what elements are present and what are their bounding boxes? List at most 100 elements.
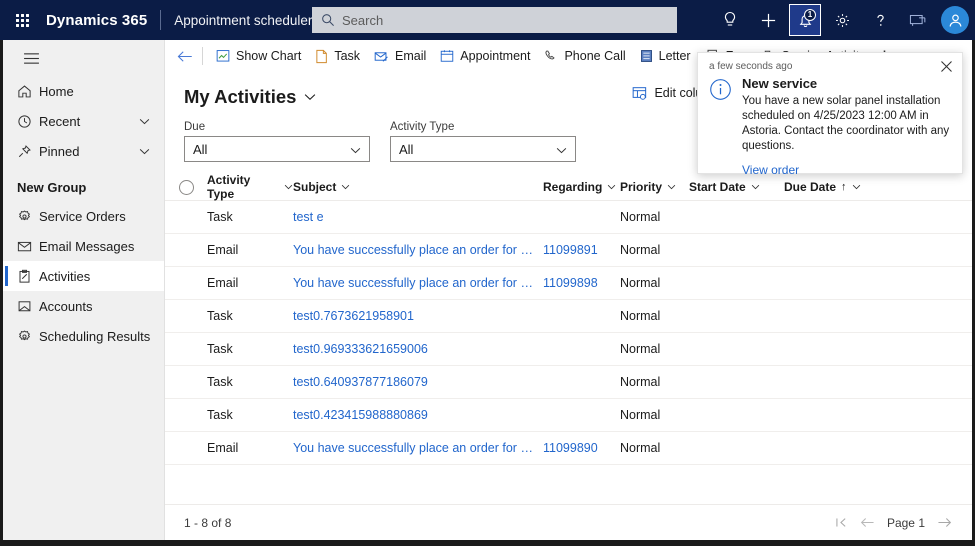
edit-columns-icon: [632, 86, 647, 100]
cell-subject[interactable]: test0.7673621958901: [293, 309, 543, 323]
column-header-due-date[interactable]: Due Date ↑: [784, 180, 879, 194]
sidebar: Home Recent: [3, 40, 165, 540]
table-row[interactable]: Tasktest eNormal: [165, 201, 972, 234]
sidebar-item-home[interactable]: Home: [3, 76, 164, 106]
select-all-circle[interactable]: [179, 180, 194, 195]
letter-button[interactable]: Letter: [633, 42, 698, 70]
column-label: Regarding: [543, 180, 602, 194]
chevron-down-icon: [607, 184, 616, 190]
cell-subject[interactable]: test0.969333621659006: [293, 342, 543, 356]
subject-link[interactable]: test e: [293, 210, 533, 224]
bell-icon[interactable]: 1: [789, 4, 821, 36]
clock-icon: [17, 114, 39, 129]
sidebar-item-email-messages[interactable]: Email Messages: [3, 231, 164, 261]
cell-subject[interactable]: test0.423415988880869: [293, 408, 543, 422]
plus-icon[interactable]: [751, 3, 785, 37]
column-header-subject[interactable]: Subject: [293, 180, 543, 194]
prev-page-icon[interactable]: [860, 517, 875, 528]
column-header-regarding[interactable]: Regarding: [543, 180, 620, 194]
email-button[interactable]: Email: [367, 42, 433, 70]
table-row[interactable]: EmailYou have successfully place an orde…: [165, 234, 972, 267]
filter-value: All: [193, 142, 207, 157]
sidebar-item-label: Accounts: [39, 299, 92, 314]
question-icon[interactable]: [863, 3, 897, 37]
cell-activity-type: Task: [207, 375, 293, 389]
page-label: Page 1: [887, 516, 925, 530]
cell-subject[interactable]: test e: [293, 210, 543, 224]
column-header-start-date[interactable]: Start Date: [689, 180, 784, 194]
sidebar-item-scheduling-results[interactable]: Scheduling Results: [3, 321, 164, 351]
back-arrow-icon[interactable]: [171, 42, 199, 70]
filter-value: All: [399, 142, 413, 157]
sidebar-item-service-orders[interactable]: Service Orders: [3, 201, 164, 231]
sidebar-item-accounts[interactable]: Accounts: [3, 291, 164, 321]
subject-link[interactable]: test0.7673621958901: [293, 309, 533, 323]
subject-link[interactable]: You have successfully place an order for…: [293, 441, 533, 455]
table-row[interactable]: Tasktest0.423415988880869Normal: [165, 399, 972, 432]
regarding-link[interactable]: 11099898: [543, 276, 598, 290]
show-chart-button[interactable]: Show Chart: [209, 42, 308, 70]
cell-priority: Normal: [620, 375, 689, 389]
app-name-label: Appointment scheduler: [174, 13, 312, 28]
notification-badge: 1: [804, 9, 816, 21]
sidebar-item-pinned[interactable]: Pinned: [3, 136, 164, 166]
table-row[interactable]: EmailYou have successfully place an orde…: [165, 432, 972, 465]
cell-activity-type: Task: [207, 210, 293, 224]
cell-regarding[interactable]: 11099898: [543, 276, 620, 290]
phone-call-button[interactable]: Phone Call: [537, 42, 632, 70]
search-input[interactable]: [342, 13, 642, 28]
hamburger-icon[interactable]: [11, 40, 51, 76]
column-header-activity-type[interactable]: Activity Type: [207, 173, 293, 201]
brand-divider: [160, 10, 161, 30]
cell-regarding[interactable]: 11099890: [543, 441, 620, 455]
search-icon: [321, 13, 335, 27]
chevron-down-icon[interactable]: [304, 93, 316, 101]
command-label: Phone Call: [564, 49, 625, 63]
command-label: Appointment: [460, 49, 530, 63]
column-label: Activity Type: [207, 173, 279, 201]
cell-subject[interactable]: You have successfully place an order for…: [293, 243, 543, 257]
next-page-icon[interactable]: [937, 517, 952, 528]
lightbulb-icon[interactable]: [713, 3, 747, 37]
subject-link[interactable]: test0.640937877186079: [293, 375, 533, 389]
gear-icon[interactable]: [825, 3, 859, 37]
sidebar-item-activities[interactable]: Activities: [3, 261, 164, 291]
table-row[interactable]: Tasktest0.7673621958901Normal: [165, 300, 972, 333]
cell-subject[interactable]: You have successfully place an order for…: [293, 276, 543, 290]
table-row[interactable]: Tasktest0.640937877186079 Normal: [165, 366, 972, 399]
chevron-down-icon: [556, 142, 567, 157]
cell-subject[interactable]: You have successfully place an order for…: [293, 441, 543, 455]
regarding-link[interactable]: 11099890: [543, 441, 598, 455]
table-row[interactable]: Tasktest0.969333621659006Normal: [165, 333, 972, 366]
activity-type-filter-select[interactable]: All: [390, 136, 576, 162]
toast-timestamp: a few seconds ago: [709, 59, 939, 72]
subject-link[interactable]: You have successfully place an order for…: [293, 243, 533, 257]
global-search[interactable]: [312, 7, 677, 33]
filter-label: Due: [184, 121, 370, 133]
chevron-down-icon[interactable]: [139, 148, 150, 155]
table-row[interactable]: EmailYou have successfully place an orde…: [165, 267, 972, 300]
view-order-link[interactable]: View order: [742, 163, 799, 177]
task-button[interactable]: Task: [308, 42, 367, 70]
app-window: Dynamics 365 Appointment scheduler: [0, 0, 975, 546]
feedback-icon[interactable]: [901, 3, 935, 37]
chevron-down-icon[interactable]: [139, 118, 150, 125]
subject-link[interactable]: You have successfully place an order for…: [293, 276, 533, 290]
first-page-icon[interactable]: [835, 517, 848, 528]
subject-link[interactable]: test0.423415988880869: [293, 408, 533, 422]
app-launcher-icon[interactable]: [0, 0, 44, 40]
due-filter-select[interactable]: All: [184, 136, 370, 162]
close-icon[interactable]: [939, 59, 954, 74]
appointment-button[interactable]: Appointment: [433, 42, 537, 70]
sidebar-item-recent[interactable]: Recent: [3, 106, 164, 136]
chevron-down-icon: [852, 184, 861, 190]
subject-link[interactable]: test0.969333621659006: [293, 342, 533, 356]
avatar[interactable]: [941, 6, 969, 34]
regarding-link[interactable]: 11099891: [543, 243, 598, 257]
notification-toast: a few seconds ago New service You have a…: [697, 52, 963, 174]
toast-body: New service You have a new solar panel i…: [698, 74, 962, 179]
cell-regarding[interactable]: 11099891: [543, 243, 620, 257]
gear-outline-icon: [17, 329, 39, 344]
cell-subject[interactable]: test0.640937877186079: [293, 375, 543, 389]
column-header-priority[interactable]: Priority: [620, 180, 689, 194]
